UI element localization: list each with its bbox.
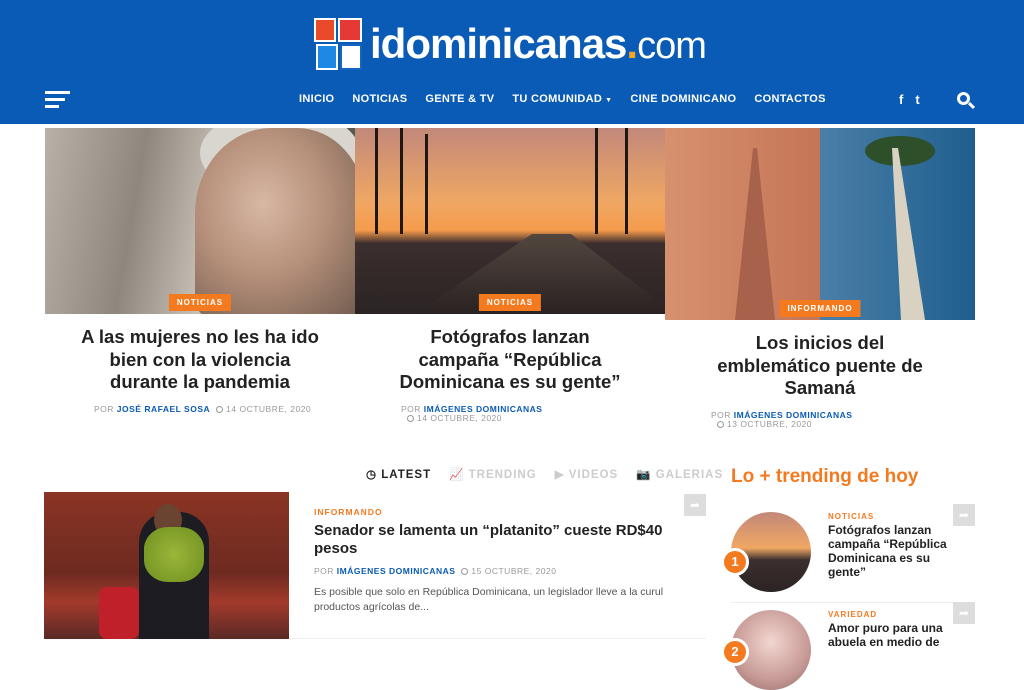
- tab-galerias[interactable]: 📷 GALERIAS: [636, 467, 723, 481]
- divider: [731, 602, 975, 603]
- featured-image-2[interactable]: NOTICIAS: [355, 128, 665, 314]
- author-link[interactable]: JOSÉ RAFAEL SOSA: [117, 404, 210, 414]
- main-nav: INICIO NOTICIAS GENTE & TV TU COMUNIDAD ▼…: [290, 93, 835, 105]
- featured-title[interactable]: A las mujeres no les ha ido bien con la …: [45, 326, 355, 394]
- post-category[interactable]: INFORMANDO: [314, 507, 694, 517]
- category-badge[interactable]: NOTICIAS: [168, 294, 232, 311]
- rank-badge: 1: [721, 548, 749, 576]
- post-excerpt: Es posible que solo en República Dominic…: [314, 586, 664, 613]
- tab-trending[interactable]: 📈 TRENDING: [449, 467, 537, 481]
- twitter-icon[interactable]: t: [915, 92, 919, 107]
- share-icon[interactable]: ➦: [953, 602, 975, 624]
- logo-mark-icon: [314, 16, 364, 72]
- nav-inicio[interactable]: INICIO: [290, 93, 343, 105]
- post-title[interactable]: Senador se lamenta un “platanito” cueste…: [314, 522, 694, 558]
- article-meta: POR JOSÉ RAFAEL SOSA 14 OCTUBRE, 2020: [94, 403, 312, 414]
- nav-contactos[interactable]: CONTACTOS: [745, 93, 834, 105]
- nav-gente-tv[interactable]: GENTE & TV: [416, 93, 503, 105]
- clock-icon: [216, 405, 224, 413]
- featured-title[interactable]: Los inicios del emblemático puente de Sa…: [665, 332, 975, 400]
- trending-category[interactable]: VARIEDAD: [828, 610, 877, 619]
- logo-text: idominicanas.com: [370, 20, 707, 67]
- search-icon[interactable]: [957, 92, 976, 110]
- trending-category[interactable]: NOTICIAS: [828, 512, 874, 521]
- tab-videos[interactable]: ▶ VIDEOS: [555, 467, 619, 481]
- list-item: INFORMANDO Senador se lamenta un “platan…: [44, 492, 706, 639]
- feed-tabs: ◷ LATEST 📈 TRENDING ▶ VIDEOS 📷 GALERIAS: [366, 467, 723, 481]
- post-meta: POR IMÁGENES DOMINICANAS 15 OCTUBRE, 2020: [314, 566, 557, 576]
- rank-badge: 2: [721, 638, 749, 666]
- article-meta: POR IMÁGENES DOMINICANAS 13 OCTUBRE, 202…: [711, 409, 853, 429]
- author-link[interactable]: IMÁGENES DOMINICANAS: [337, 566, 456, 576]
- site-header: idominicanas.com INICIO NOTICIAS GENTE &…: [0, 0, 1024, 124]
- tab-latest[interactable]: ◷ LATEST: [366, 467, 431, 481]
- nav-cine-dominicano[interactable]: CINE DOMINICANO: [621, 93, 745, 105]
- share-icon[interactable]: ➦: [684, 494, 706, 516]
- trending-title[interactable]: Fotógrafos lanzan campaña “República Dom…: [828, 523, 948, 579]
- facebook-icon[interactable]: f: [899, 92, 903, 107]
- post-image[interactable]: [44, 492, 289, 639]
- site-logo[interactable]: idominicanas.com: [314, 16, 707, 72]
- category-badge[interactable]: INFORMANDO: [779, 300, 861, 317]
- featured-image-3[interactable]: INFORMANDO: [665, 128, 975, 320]
- featured-image-1[interactable]: NOTICIAS: [45, 128, 355, 314]
- trending-item[interactable]: 2 VARIEDAD Amor puro para una abuela en …: [721, 602, 975, 690]
- clock-icon: [717, 420, 724, 428]
- caret-down-icon: ▼: [605, 97, 613, 104]
- featured-article-1[interactable]: NOTICIAS A las mujeres no les ha ido bie…: [45, 128, 355, 414]
- article-meta: POR IMÁGENES DOMINICANAS 14 OCTUBRE, 202…: [401, 403, 543, 423]
- social-links: f t: [899, 92, 920, 107]
- featured-title[interactable]: Fotógrafos lanzan campaña “República Dom…: [355, 326, 665, 394]
- trending-title[interactable]: Amor puro para una abuela en medio de: [828, 621, 948, 649]
- clock-icon: [461, 568, 469, 575]
- nav-noticias[interactable]: NOTICIAS: [343, 93, 416, 105]
- hamburger-icon[interactable]: [45, 91, 70, 109]
- sidebar-title: Lo + trending de hoy: [731, 466, 919, 487]
- share-icon[interactable]: ➦: [953, 504, 975, 526]
- category-badge[interactable]: NOTICIAS: [478, 294, 542, 311]
- trending-item[interactable]: 1 NOTICIAS Fotógrafos lanzan campaña “Re…: [721, 504, 975, 598]
- featured-article-2[interactable]: NOTICIAS Fotógrafos lanzan campaña “Repú…: [355, 128, 665, 423]
- clock-icon: [407, 414, 414, 422]
- nav-tu-comunidad[interactable]: TU COMUNIDAD ▼: [503, 93, 621, 105]
- featured-article-3[interactable]: INFORMANDO Los inicios del emblemático p…: [665, 128, 975, 429]
